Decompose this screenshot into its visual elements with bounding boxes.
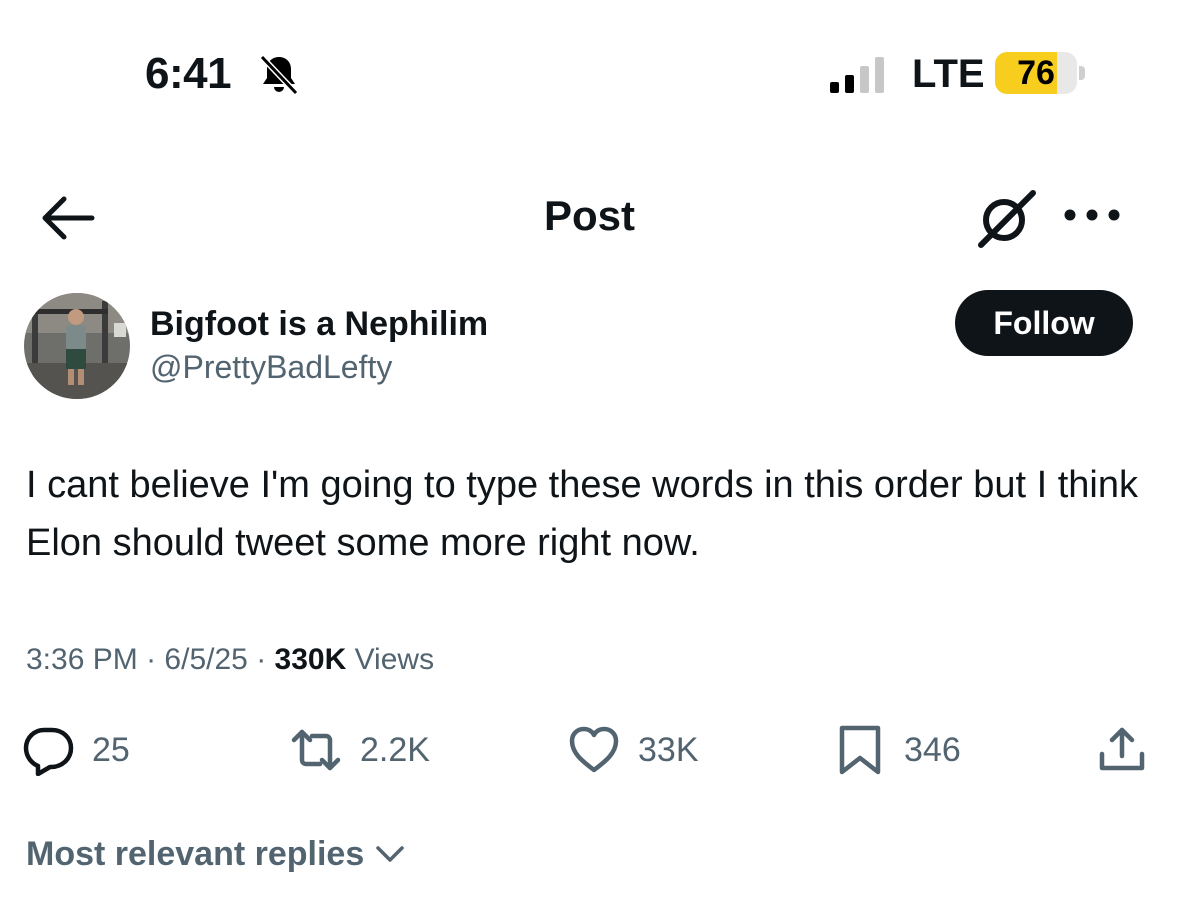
reply-icon xyxy=(23,727,74,776)
repost-count: 2.2K xyxy=(360,730,430,769)
avatar[interactable] xyxy=(24,293,130,399)
more-horizontal-icon[interactable] xyxy=(1062,200,1122,230)
meta-separator: · xyxy=(146,643,157,676)
share-button[interactable] xyxy=(1096,720,1148,780)
grok-icon[interactable] xyxy=(975,187,1037,249)
post-time: 3:36 PM xyxy=(26,643,138,676)
like-count: 33K xyxy=(638,730,699,769)
reply-count: 25 xyxy=(92,730,130,769)
repost-button[interactable]: 2.2K xyxy=(290,720,430,780)
author-name[interactable]: Bigfoot is a Nephilim xyxy=(150,304,488,344)
repost-icon xyxy=(291,729,341,771)
bookmark-icon xyxy=(839,725,881,775)
views-label[interactable]: Views xyxy=(355,643,434,676)
chevron-down-icon xyxy=(376,846,404,862)
post-text: I cant believe I'm going to type these w… xyxy=(26,464,1138,564)
post-meta: 3:36 PM · 6/5/25 · 330K Views xyxy=(26,640,434,680)
bookmark-button[interactable]: 346 xyxy=(834,720,961,780)
battery-indicator: 76 xyxy=(995,52,1087,96)
replies-sort-toggle[interactable]: Most relevant replies xyxy=(26,832,406,876)
heart-icon xyxy=(569,726,619,773)
meta-separator: · xyxy=(256,643,267,676)
author-handle[interactable]: @PrettyBadLefty xyxy=(150,348,392,386)
bookmark-count: 346 xyxy=(904,730,961,769)
status-time: 6:41 xyxy=(145,49,232,98)
battery-percent: 76 xyxy=(1017,54,1055,92)
bell-slash-icon xyxy=(259,54,299,96)
follow-button[interactable]: Follow xyxy=(955,290,1133,356)
like-button[interactable]: 33K xyxy=(568,720,699,780)
reply-button[interactable]: 25 xyxy=(22,720,130,780)
post-date: 6/5/25 xyxy=(164,643,248,676)
replies-sort-label: Most relevant replies xyxy=(26,835,365,873)
battery-nub xyxy=(1079,66,1085,80)
share-icon xyxy=(1099,727,1145,771)
views-count[interactable]: 330K xyxy=(275,643,347,676)
cellular-signal-icon xyxy=(830,57,884,93)
network-type: LTE xyxy=(912,52,985,96)
